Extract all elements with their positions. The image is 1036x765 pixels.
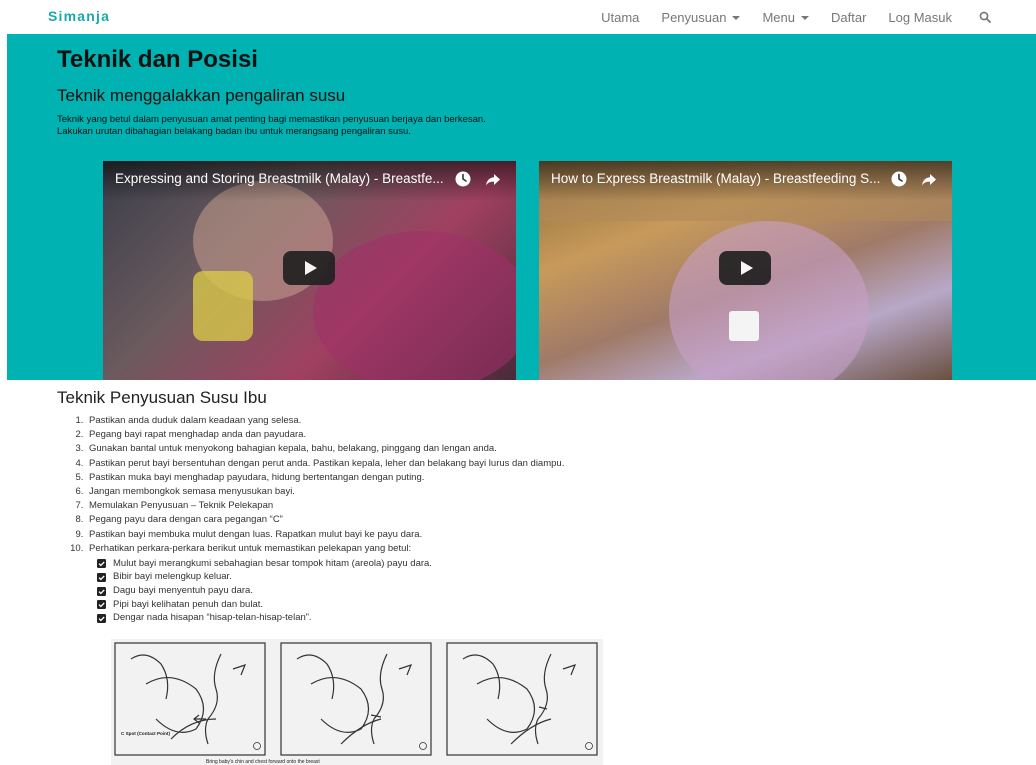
list-item: Jangan membongkok semasa menyusukan bayi… [86, 485, 564, 499]
list-item: Perhatikan perkara-perkara berikut untuk… [86, 542, 564, 625]
section-title: Teknik Penyusuan Susu Ibu [57, 388, 267, 407]
list-item: Gunakan bantal untuk menyokong bahagian … [86, 442, 564, 456]
video-title[interactable]: How to Express Breastmilk (Malay) - Brea… [551, 171, 881, 186]
checklist: Mulut bayi merangkumi sebahagian besar t… [97, 557, 564, 625]
checked-box-icon [97, 572, 106, 582]
brand-logo[interactable]: Simanja [48, 8, 110, 24]
hero-subtitle: Teknik menggalakkan pengaliran susu [57, 86, 346, 105]
latching-diagram: C Spot (Contact Point) Bring baby's chin… [111, 639, 603, 765]
watch-later-icon[interactable] [890, 170, 908, 188]
checklist-text: Bibir bayi melengkup keluar. [113, 571, 232, 583]
diagram-drawing [114, 642, 598, 756]
checked-box-icon [97, 559, 106, 569]
share-icon[interactable] [920, 170, 938, 188]
play-button[interactable] [283, 251, 335, 285]
hero-text-line: Teknik yang betul dalam penyusuan amat p… [57, 114, 486, 125]
share-icon[interactable] [484, 170, 502, 188]
watch-later-icon[interactable] [454, 170, 472, 188]
list-item: Pastikan anda duduk dalam keadaan yang s… [86, 414, 564, 428]
checklist-item: Dengar nada hisapan “hisap-telan-hisap-t… [97, 611, 564, 625]
steps-list: Pastikan anda duduk dalam keadaan yang s… [86, 414, 564, 625]
nav-item-label: Utama [601, 9, 640, 25]
checklist-text: Dengar nada hisapan “hisap-telan-hisap-t… [113, 612, 312, 624]
video-player[interactable]: How to Express Breastmilk (Malay) - Brea… [539, 161, 952, 380]
cspot-label: C Spot (Contact Point) [121, 731, 170, 736]
nav-item-label: Daftar [831, 9, 867, 25]
list-item-text: Perhatikan perkara-perkara berikut untuk… [89, 542, 412, 554]
nav-item-utama[interactable]: Utama [601, 10, 639, 25]
list-item: Memulakan Penyusuan – Teknik Pelekapan [86, 499, 564, 513]
list-item: Pastikan bayi membuka mulut dengan luas.… [86, 528, 564, 542]
checklist-text: Dagu bayi menyentuh payu dara. [113, 584, 253, 596]
caret-down-icon [732, 15, 741, 20]
nav-item-log-masuk[interactable]: Log Masuk [888, 10, 952, 25]
checklist-item: Pipi bayi kelihatan penuh dan bulat. [97, 598, 564, 612]
nav-item-daftar[interactable]: Daftar [831, 10, 866, 25]
checked-box-icon [97, 600, 106, 610]
checklist-item: Mulut bayi merangkumi sebahagian besar t… [97, 557, 564, 571]
play-button[interactable] [719, 251, 771, 285]
list-item: Pastikan muka bayi menghadap payudara, h… [86, 471, 564, 485]
caret-down-icon [801, 15, 809, 20]
checklist-text: Mulut bayi merangkumi sebahagian besar t… [113, 557, 432, 569]
search-icon[interactable] [974, 7, 996, 27]
checklist-text: Pipi bayi kelihatan penuh dan bulat. [113, 598, 264, 610]
play-icon [740, 261, 753, 275]
nav-item-menu[interactable]: Menu [762, 10, 809, 25]
list-item: Pegang bayi rapat menghadap anda dan pay… [86, 428, 564, 442]
nav-menu: Utama Penyusuan Menu Daftar Log Masuk [601, 0, 1036, 34]
nav-item-label: Menu [762, 9, 795, 25]
navbar: Simanja Utama Penyusuan Menu Daftar Log … [0, 0, 1036, 34]
checked-box-icon [97, 586, 106, 596]
list-item: Pegang payu dara dengan cara pegangan “C… [86, 513, 564, 527]
checklist-item: Bibir bayi melengkup keluar. [97, 571, 564, 585]
hero-description: Teknik yang betul dalam penyusuan amat p… [57, 114, 486, 138]
hero-text-line: Lakukan urutan dibahagian belakang badan… [57, 126, 411, 137]
nav-item-label: Penyusuan [661, 9, 727, 25]
nav-item-label: Log Masuk [888, 9, 952, 25]
page-title: Teknik dan Posisi [57, 46, 258, 73]
video-title[interactable]: Expressing and Storing Breastmilk (Malay… [115, 171, 445, 186]
diagram-caption: Bring baby's chin and chest forward onto… [206, 759, 320, 765]
hero-section: Teknik dan Posisi Teknik menggalakkan pe… [7, 34, 1036, 380]
list-item: Pastikan perut bayi bersentuhan dengan p… [86, 457, 564, 471]
checklist-item: Dagu bayi menyentuh payu dara. [97, 584, 564, 598]
video-player[interactable]: Expressing and Storing Breastmilk (Malay… [103, 161, 516, 380]
play-icon [304, 261, 317, 275]
checked-box-icon [97, 613, 106, 623]
nav-item-penyusuan[interactable]: Penyusuan [661, 9, 741, 25]
